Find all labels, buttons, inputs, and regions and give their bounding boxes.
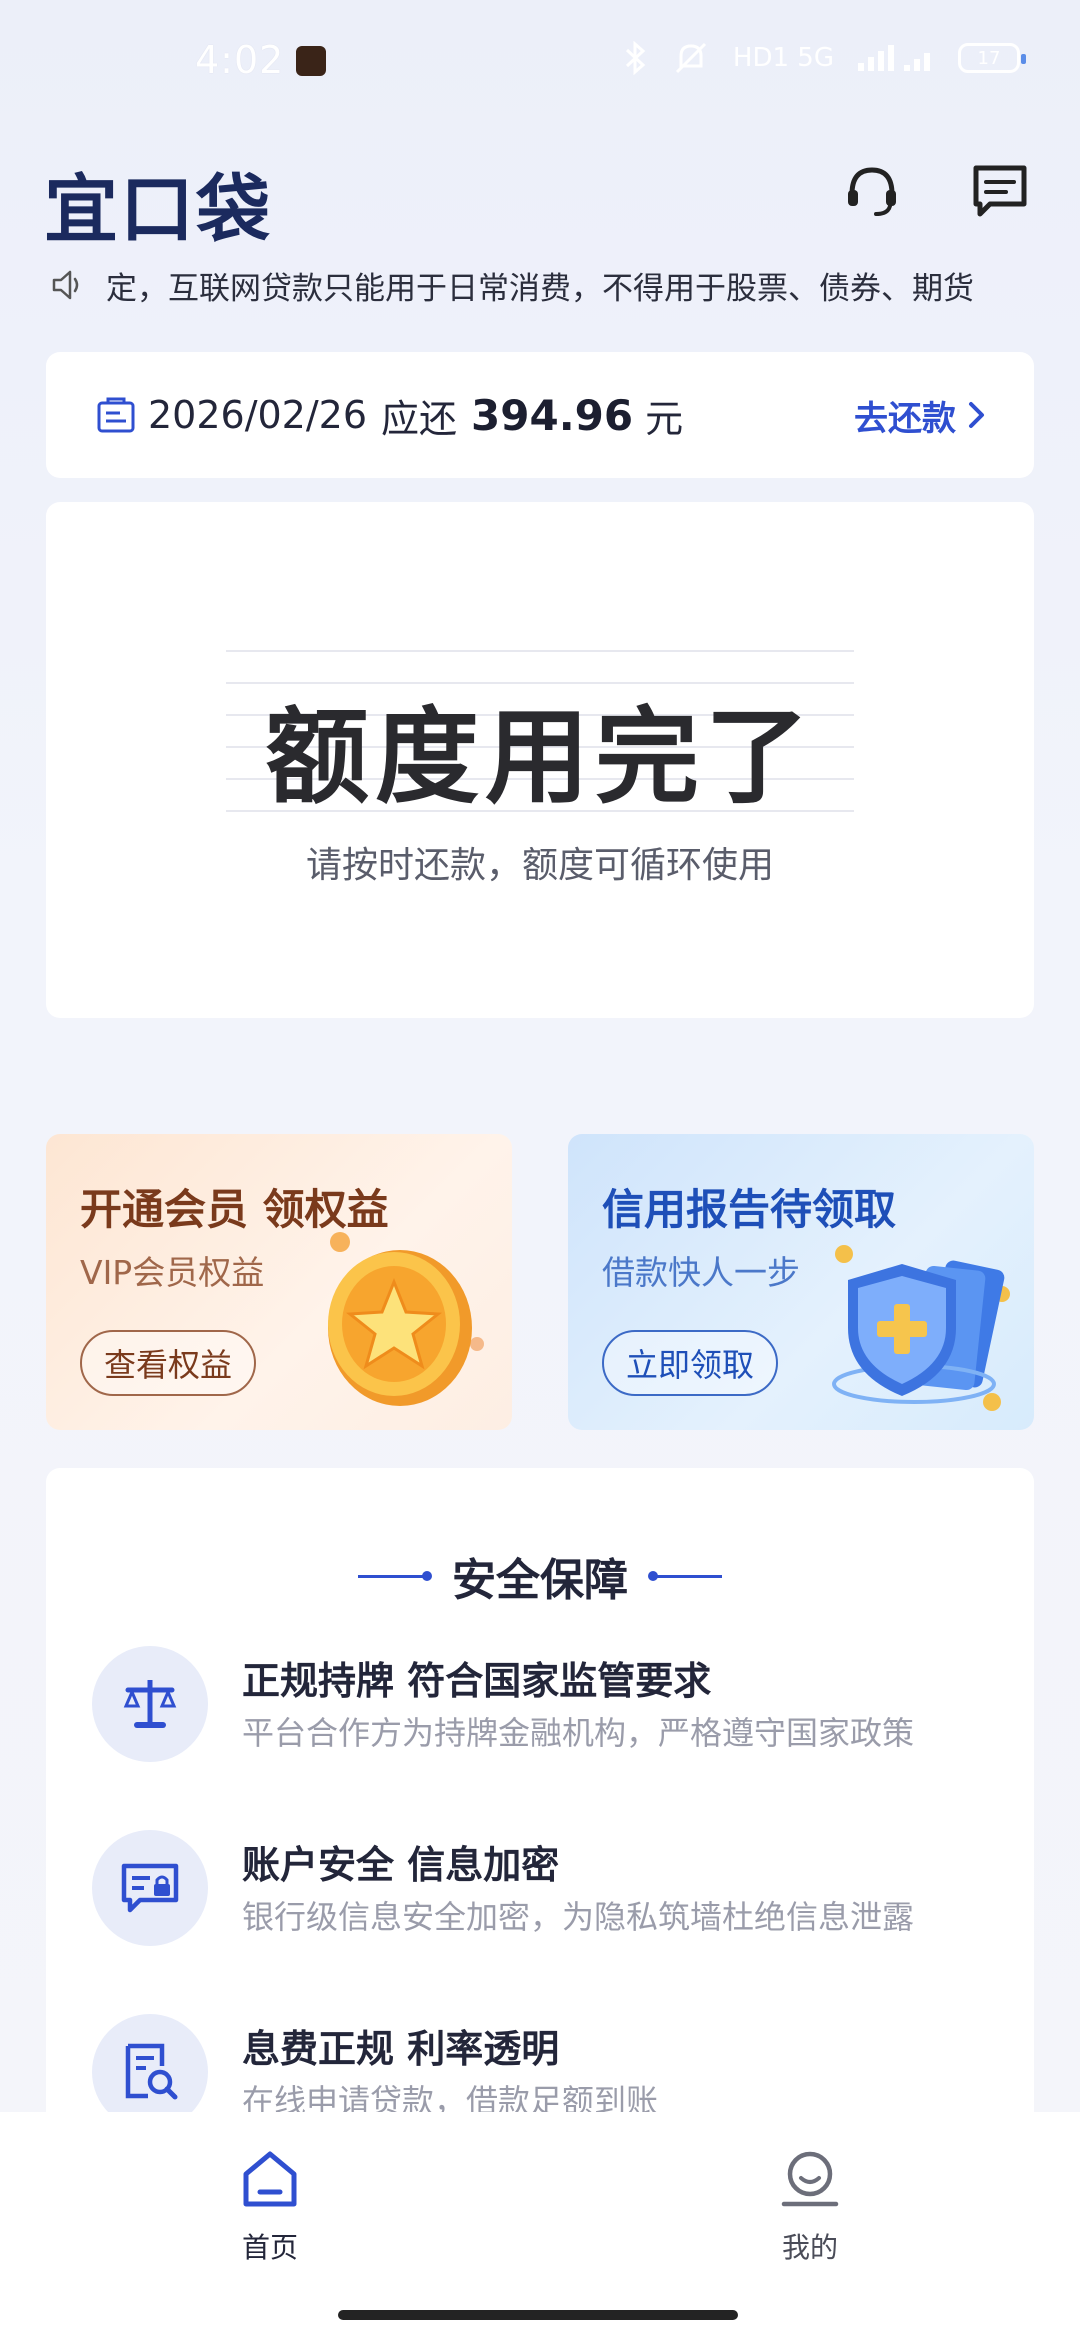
bill-due-date: 2026/02/26 [148,393,368,437]
repay-button[interactable]: 去还款 [854,391,988,440]
security-item-desc: 银行级信息安全加密，为隐私筑墙杜绝信息泄露 [242,1898,915,1936]
secure-message-icon [92,1830,208,1946]
customer-service-button[interactable] [840,158,904,222]
tab-mine[interactable]: 我的 [740,2148,880,2266]
security-item: 正规持牌 符合国家监管要求 平台合作方为持牌金融机构，严格遵守国家政策 [92,1646,992,1766]
quota-subtitle: 请按时还款，额度可循环使用 [305,845,774,886]
divider [648,1570,722,1581]
shield-icon [832,1245,1010,1411]
quota-title: 额度用完了 [264,696,815,818]
security-item-title: 账户安全 信息加密 [242,1843,560,1887]
bill-unit: 元 [645,396,684,441]
bluetooth-icon [625,41,646,75]
status-bar: 4:02 HD1 5G 17 [0,0,1080,125]
notice-bar[interactable]: 定，互联网贷款只能用于日常消费，不得用于股票、债券、期货 [50,262,1040,308]
security-header: 安全保障 [46,1544,1034,1608]
battery-level: 17 [977,47,1001,69]
quota-card: 额度用完了 请按时还款，额度可循环使用 [46,502,1034,1018]
speaker-icon [52,270,79,300]
security-item-desc: 平台合作方为持牌金融机构，严格遵守国家政策 [242,1714,915,1752]
notice-text: 定，互联网贷款只能用于日常消费，不得用于股票、债券、期货 [106,270,974,307]
profile-icon [781,2151,839,2207]
status-time: 4:02 [195,38,285,82]
battery-icon: 17 [958,43,1026,73]
network-text: HD1 5G [732,43,834,73]
tab-home[interactable]: 首页 [200,2148,340,2266]
bill-amount: 394.96 [471,390,634,440]
message-icon [973,165,1027,217]
vip-promo-card[interactable]: 开通会员 领权益 VIP会员权益 查看权益 [46,1134,512,1430]
tab-mine-label: 我的 [781,2231,838,2264]
promo-subtitle: VIP会员权益 [80,1253,265,1292]
signal-icon [858,45,930,71]
bill-icon [97,397,135,433]
home-indicator[interactable] [338,2310,738,2320]
home-icon [243,2151,297,2207]
security-item: 账户安全 信息加密 银行级信息安全加密，为隐私筑墙杜绝信息泄露 [92,1830,992,1950]
promo-subtitle: 借款快人一步 [602,1253,800,1292]
status-indicators: HD1 5G 17 [623,40,1026,76]
tab-home-label: 首页 [241,2231,298,2264]
notification-app-icon [296,46,326,76]
security-item-title: 息费正规 利率透明 [242,2027,560,2071]
view-benefits-button[interactable]: 查看权益 [80,1330,257,1396]
security-title: 安全保障 [452,1555,628,1606]
credit-report-card[interactable]: 信用报告待领取 借款快人一步 立即领取 [568,1134,1034,1430]
mute-bell-icon [675,42,706,74]
app-logo: 宜口袋 [44,167,272,253]
scale-icon [92,1646,208,1762]
headset-icon [848,167,896,216]
bill-card[interactable]: 2026/02/26 应还 394.96 元 去还款 [46,352,1034,478]
claim-now-button[interactable]: 立即领取 [602,1330,779,1396]
chevron-right-icon [969,402,984,428]
bottom-nav: 首页 我的 [0,2112,1080,2340]
star-coin-icon [328,1232,484,1406]
divider [358,1570,432,1581]
repay-label: 去还款 [854,398,956,439]
bill-due-label: 应还 [381,396,458,441]
security-card: 安全保障 正规持牌 符合国家监管要求 平台合作方为持牌金融机构，严格遵守国家政策 [46,1468,1034,2168]
security-item-title: 正规持牌 符合国家监管要求 [242,1659,712,1703]
message-button[interactable] [968,158,1032,222]
